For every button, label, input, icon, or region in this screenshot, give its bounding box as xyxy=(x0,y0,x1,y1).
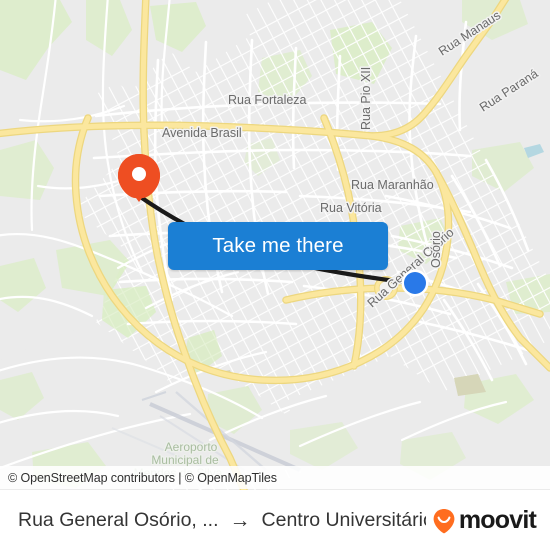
label-osorio-secondary: Osório xyxy=(429,231,443,268)
destination-dot-icon[interactable] xyxy=(401,269,429,297)
label-rua-maranhao: Rua Maranhão xyxy=(351,178,434,192)
map-attribution-bar: © OpenStreetMap contributors | © OpenMap… xyxy=(0,466,550,489)
label-aeroporto: Aeroporto xyxy=(165,440,218,454)
moovit-pin-icon xyxy=(433,508,455,533)
map-attribution-text[interactable]: © OpenStreetMap contributors | © OpenMap… xyxy=(8,471,277,485)
moovit-wordmark: moovit xyxy=(458,506,537,534)
label-rua-fortaleza: Rua Fortaleza xyxy=(228,93,307,107)
trip-origin-label: Rua General Osório, ... xyxy=(18,509,219,531)
arrow-right-icon: → xyxy=(229,509,251,532)
take-me-there-button[interactable]: Take me there xyxy=(168,222,388,270)
label-rua-pio-xii: Rua Pio XII xyxy=(359,67,373,130)
moovit-logo[interactable]: moovit xyxy=(432,506,537,534)
take-me-there-label: Take me there xyxy=(212,233,344,257)
footer-bar: Rua General Osório, ... → Centro Univers… xyxy=(0,490,550,550)
label-avenida-brasil: Avenida Brasil xyxy=(162,126,242,140)
trip-summary[interactable]: Rua General Osório, ... → Centro Univers… xyxy=(18,509,426,532)
trip-destination-label: Centro Universitário De Ca... xyxy=(261,509,426,531)
label-rua-vitoria: Rua Vitória xyxy=(320,201,382,215)
label-municipal-de: Municipal de xyxy=(151,453,219,467)
moovit-trip-map-screen: Rua Fortaleza Avenida Brasil Rua Pio XII… xyxy=(0,0,550,550)
